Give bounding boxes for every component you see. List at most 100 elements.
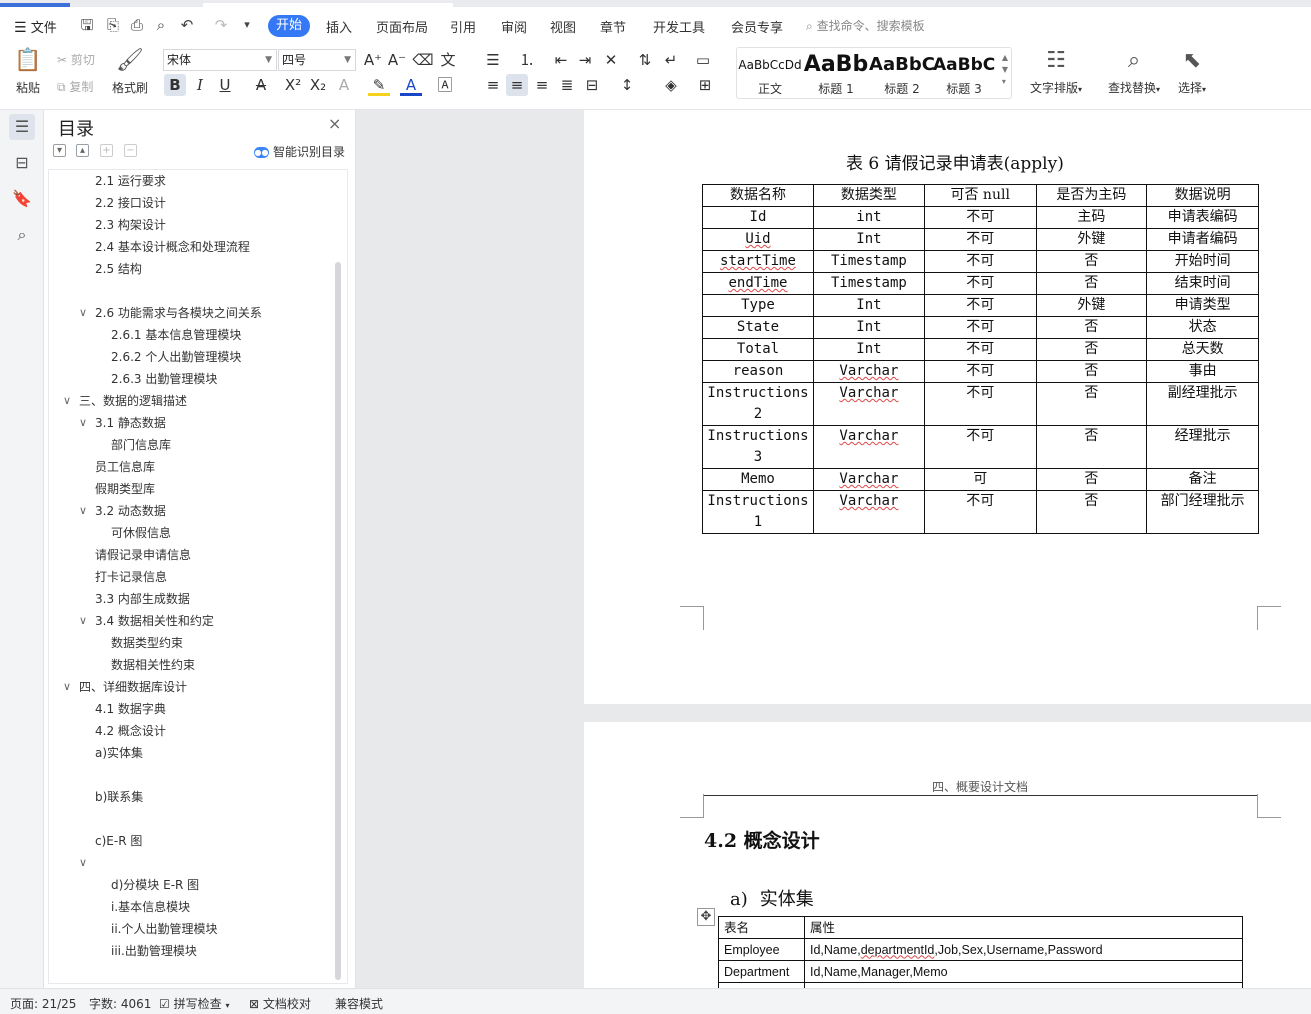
sort-icon[interactable]: ⇅	[634, 49, 656, 71]
superscript-icon[interactable]: X²	[282, 74, 304, 96]
italic-icon[interactable]: I	[189, 74, 211, 96]
style-heading-1[interactable]: AaBb 标题 1	[803, 50, 869, 97]
shading-icon[interactable]: ◈	[660, 74, 682, 96]
toc-item[interactable]	[49, 808, 329, 830]
toc-item[interactable]: 部门信息库	[49, 434, 329, 456]
style-heading-3[interactable]: AaBbC 标题 3	[933, 50, 995, 97]
expand-arrow-icon[interactable]: ∨	[63, 676, 71, 698]
proofread-button[interactable]: ⊠ 文档校对	[249, 995, 311, 1012]
tab-page-layout[interactable]: 页面布局	[376, 17, 428, 36]
print-icon[interactable]: ⎙	[128, 16, 146, 34]
redo-icon[interactable]: ↷	[212, 16, 230, 34]
expand-all-icon[interactable]: ▴	[76, 144, 89, 157]
toc-item[interactable]	[49, 280, 329, 302]
bullet-list-icon[interactable]: ☰	[482, 49, 504, 71]
copy-button[interactable]: ⧉ 复制	[57, 78, 93, 95]
tab-insert[interactable]: 插入	[326, 17, 352, 36]
distribute-icon[interactable]: ⊟	[581, 74, 603, 96]
find-replace-button[interactable]: ⌕ 查找替换▾	[1104, 47, 1164, 96]
toc-item[interactable]	[49, 764, 329, 786]
customize-qa-icon[interactable]: ▾	[238, 16, 256, 34]
show-marks-icon[interactable]: ↵	[660, 49, 682, 71]
toc-item[interactable]: b)联系集	[49, 786, 329, 808]
toc-item[interactable]: ∨ 3.4 数据相关性和约定	[49, 610, 329, 632]
toc-item[interactable]: 3.3 内部生成数据	[49, 588, 329, 610]
remove-entry-icon[interactable]: −	[124, 144, 137, 157]
subscript-icon[interactable]: X₂	[307, 74, 329, 96]
export-pdf-icon[interactable]: ⎘	[104, 16, 122, 34]
toc-item[interactable]: ∨	[49, 852, 329, 874]
toc-item[interactable]: 2.6.1 基本信息管理模块	[49, 324, 329, 346]
font-size-select[interactable]: 四号 ▼	[278, 49, 356, 71]
close-icon[interactable]: ×	[328, 114, 341, 133]
toc-item[interactable]: 2.4 基本设计概念和处理流程	[49, 236, 329, 258]
expand-arrow-icon[interactable]: ∨	[79, 500, 87, 522]
tab-references[interactable]: 引用	[450, 17, 476, 36]
file-menu[interactable]: ☰ 文件	[14, 17, 57, 36]
toc-item[interactable]: 数据类型约束	[49, 632, 329, 654]
decrease-indent-icon[interactable]: ⇤	[550, 49, 572, 71]
print-preview-icon[interactable]: ⌕	[152, 16, 170, 34]
toc-item[interactable]: 2.5 结构	[49, 258, 329, 280]
select-button[interactable]: ⬉ 选择▾	[1172, 47, 1212, 96]
toc-item[interactable]: 2.6.3 出勤管理模块	[49, 368, 329, 390]
borders-icon[interactable]: ⊞	[694, 74, 716, 96]
tab-view[interactable]: 视图	[550, 17, 576, 36]
bookmark-icon[interactable]: 🔖	[9, 186, 35, 212]
tab-review[interactable]: 审阅	[501, 17, 527, 36]
toc-item[interactable]: iii.出勤管理模块	[49, 940, 329, 962]
expand-arrow-icon[interactable]: ∨	[79, 302, 87, 324]
style-normal[interactable]: AaBbCcDd 正文	[737, 50, 803, 97]
chinese-layout-icon[interactable]: ✕	[600, 49, 622, 71]
underline-icon[interactable]: U	[214, 74, 236, 96]
expand-arrow-icon[interactable]: ∨	[79, 610, 87, 632]
toc-item[interactable]: 4.1 数据字典	[49, 698, 329, 720]
align-center-icon[interactable]: ≡	[506, 74, 528, 96]
spell-check-button[interactable]: ☑ 拼写检查 ▾	[159, 995, 229, 1012]
paste-button[interactable]: 📋 粘贴	[10, 47, 46, 96]
table-move-handle-icon[interactable]: ✥	[697, 908, 715, 926]
toc-item[interactable]: ∨ 三、数据的逻辑描述	[49, 390, 329, 412]
toc-item[interactable]: ∨ 2.6 功能需求与各模块之间关系	[49, 302, 329, 324]
toc-item[interactable]: d)分模块 E-R 图	[49, 874, 329, 896]
grow-font-icon[interactable]: A⁺	[362, 49, 384, 71]
cut-button[interactable]: ✂ 剪切	[57, 51, 95, 68]
expand-arrow-icon[interactable]: ∨	[63, 390, 71, 412]
expand-arrow-icon[interactable]: ∨	[79, 852, 87, 874]
toc-item[interactable]: ∨ 四、详细数据库设计	[49, 676, 329, 698]
strikethrough-icon[interactable]: A	[250, 74, 272, 96]
add-entry-icon[interactable]: +	[100, 144, 113, 157]
tab-chapter[interactable]: 章节	[600, 17, 626, 36]
tab-developer[interactable]: 开发工具	[653, 17, 705, 36]
align-left-icon[interactable]: ≡	[482, 74, 504, 96]
shrink-font-icon[interactable]: A⁻	[386, 49, 408, 71]
collapse-all-icon[interactable]: ▾	[53, 144, 66, 157]
justify-icon[interactable]: ≣	[556, 74, 578, 96]
toc-item[interactable]: a)实体集	[49, 742, 329, 764]
toc-item[interactable]: 数据相关性约束	[49, 654, 329, 676]
tab-member[interactable]: 会员专享	[731, 17, 783, 36]
toc-item[interactable]: ii.个人出勤管理模块	[49, 918, 329, 940]
increase-indent-icon[interactable]: ⇥	[574, 49, 596, 71]
clear-format-icon[interactable]: ⌫	[412, 49, 434, 71]
toc-item[interactable]: c)E-R 图	[49, 830, 329, 852]
bold-icon[interactable]: B	[164, 74, 186, 96]
font-name-select[interactable]: 宋体 ▼	[163, 49, 277, 71]
line-spacing-icon[interactable]: ↕	[616, 74, 638, 96]
expand-arrow-icon[interactable]: ∨	[79, 412, 87, 434]
toc-panel-icon[interactable]: ☰	[9, 114, 35, 140]
toc-item[interactable]: 2.2 接口设计	[49, 192, 329, 214]
text-layout-button[interactable]: ☷ 文字排版▾	[1026, 47, 1086, 96]
word-count[interactable]: 字数: 4061	[89, 995, 151, 1012]
phonetic-icon[interactable]: 文	[437, 49, 459, 71]
toc-item[interactable]: ∨ 3.2 动态数据	[49, 500, 329, 522]
toc-item[interactable]: 请假记录申请信息	[49, 544, 329, 566]
toc-item[interactable]: i.基本信息模块	[49, 896, 329, 918]
text-effect-icon[interactable]: A	[333, 74, 355, 96]
save-icon[interactable]: 🖫	[78, 16, 96, 34]
toc-item[interactable]: 假期类型库	[49, 478, 329, 500]
toc-item[interactable]: ∨ 3.1 静态数据	[49, 412, 329, 434]
font-color-icon[interactable]: A	[400, 74, 422, 96]
ruler-icon[interactable]: ▭	[692, 49, 714, 71]
toc-item[interactable]: 2.6.2 个人出勤管理模块	[49, 346, 329, 368]
